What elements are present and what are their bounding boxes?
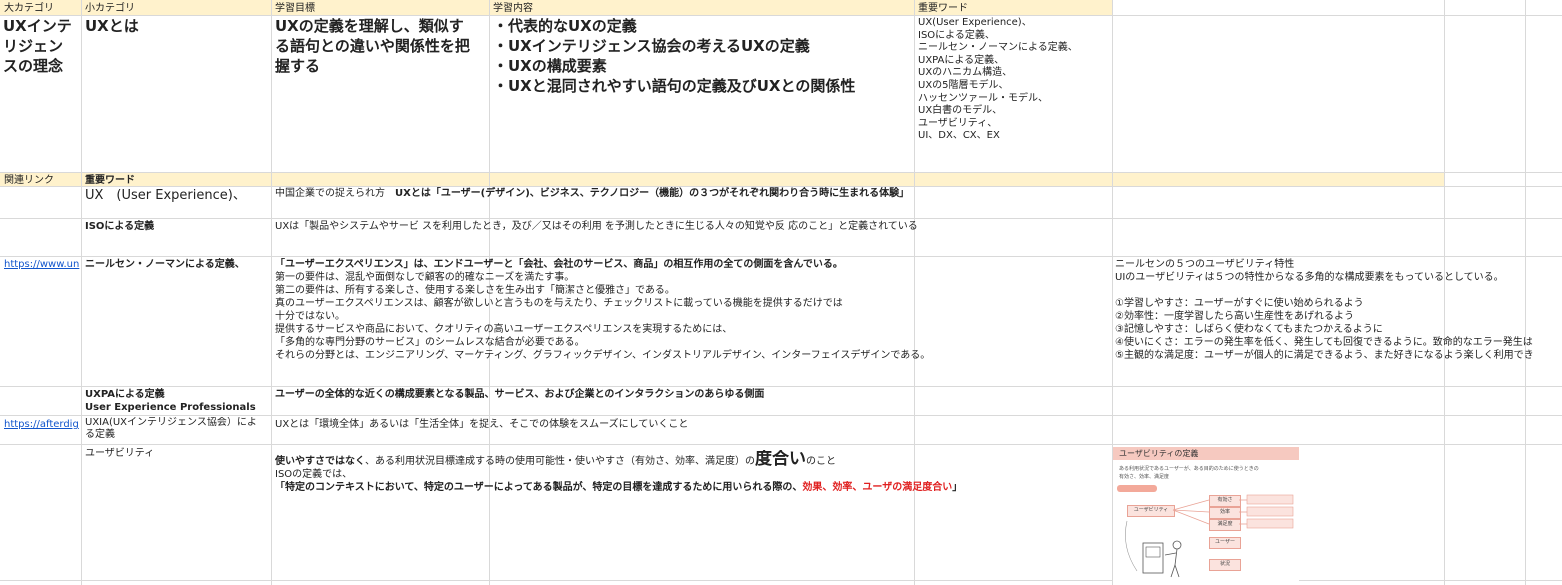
- header-key-words[interactable]: 重要ワード: [918, 2, 968, 15]
- link-nielsen[interactable]: https://www.un: [4, 258, 80, 271]
- row1-main-category[interactable]: UXインテ リジェン スの理念: [3, 16, 79, 76]
- kw-ux[interactable]: UX (User Experience)、: [85, 188, 246, 204]
- row1-learning-content[interactable]: ・代表的なUXの定義 ・UXインテリジェンス協会の考えるUXの定義 ・UXの構成…: [493, 16, 911, 96]
- usability-definition-image[interactable]: ユーザビリティの定義 ある利用状況であるユーザーが、ある目的のために使うときの …: [1113, 447, 1299, 583]
- desc-ux[interactable]: 中国企業での捉えられ方 UXとは「ユーザー(デザイン)、ビジネス、テクノロジー（…: [275, 187, 1111, 200]
- header-main-category[interactable]: 大カテゴリ: [4, 2, 54, 15]
- header-sub-category[interactable]: 小カテゴリ: [85, 2, 135, 15]
- desc-uxpa[interactable]: ユーザーの全体的な近くの構成要素となる製品、サービス、および企業とのインタラクシ…: [275, 388, 1111, 401]
- desc-iso[interactable]: UXは「製品やシステムやサービ スを利用したとき，及び／又はその利用 を予測した…: [275, 220, 1111, 233]
- spreadsheet: 大カテゴリ 小カテゴリ 学習目標 学習内容 重要ワード UXインテ リジェン ス…: [0, 0, 1562, 585]
- link-uxia[interactable]: https://afterdig: [4, 418, 80, 431]
- desc-nielsen-lead[interactable]: 「ユーザーエクスペリエンス」は、エンドユーザーと「会社、会社のサービス、商品」の…: [275, 258, 1111, 271]
- desc-usability-line3[interactable]: 「特定のコンテキストにおいて、特定のユーザーによってある製品が、特定の目標を達成…: [275, 481, 1111, 494]
- row1-learning-goal[interactable]: UXの定義を理解し、類似す る語句との違いや関係性を把 握する: [275, 16, 487, 76]
- kw-uxpa[interactable]: UXPAによる定義 User Experience Professionals: [85, 388, 270, 414]
- subheader-related-links[interactable]: 関連リンク: [4, 174, 54, 187]
- kw-iso[interactable]: ISOによる定義: [85, 220, 154, 233]
- desc-usability-line1[interactable]: 使いやすさではなく、ある利用状況目標達成する時の使用可能性・使いやすさ（有効さ、…: [275, 450, 1111, 471]
- header-learning-goal[interactable]: 学習目標: [275, 2, 315, 15]
- kw-nielsen[interactable]: ニールセン・ノーマンによる定義、: [85, 258, 270, 271]
- desc-nielsen[interactable]: 第一の要件は、混乱や面倒なしで顧客の的確なニーズを満たす事。 第二の要件は、所有…: [275, 271, 1111, 362]
- subheader-row: [0, 172, 1445, 187]
- header-learning-content[interactable]: 学習内容: [493, 2, 533, 15]
- kw-uxia[interactable]: UXIA(UXインテリジェンス協会）によ る定義: [85, 417, 270, 441]
- kw-usability[interactable]: ユーザビリティ: [85, 447, 154, 460]
- subheader-key-words[interactable]: 重要ワード: [85, 174, 135, 187]
- desc-uxia[interactable]: UXとは「環境全体」あるいは「生活全体」を捉え、そこでの体験をスムーズにしていく…: [275, 418, 1111, 431]
- desc-usability-line2[interactable]: ISOの定義では、: [275, 468, 352, 481]
- note-nielsen[interactable]: ニールセンの５つのユーザビリティ特性 UIのユーザビリティは５つの特性からなる多…: [1115, 258, 1562, 362]
- row1-key-words[interactable]: UX(User Experience)、 ISOによる定義、 ニールセン・ノーマ…: [918, 17, 1110, 143]
- row1-sub-category[interactable]: UXとは: [85, 16, 139, 36]
- card-illustration-icon: [1125, 494, 1294, 578]
